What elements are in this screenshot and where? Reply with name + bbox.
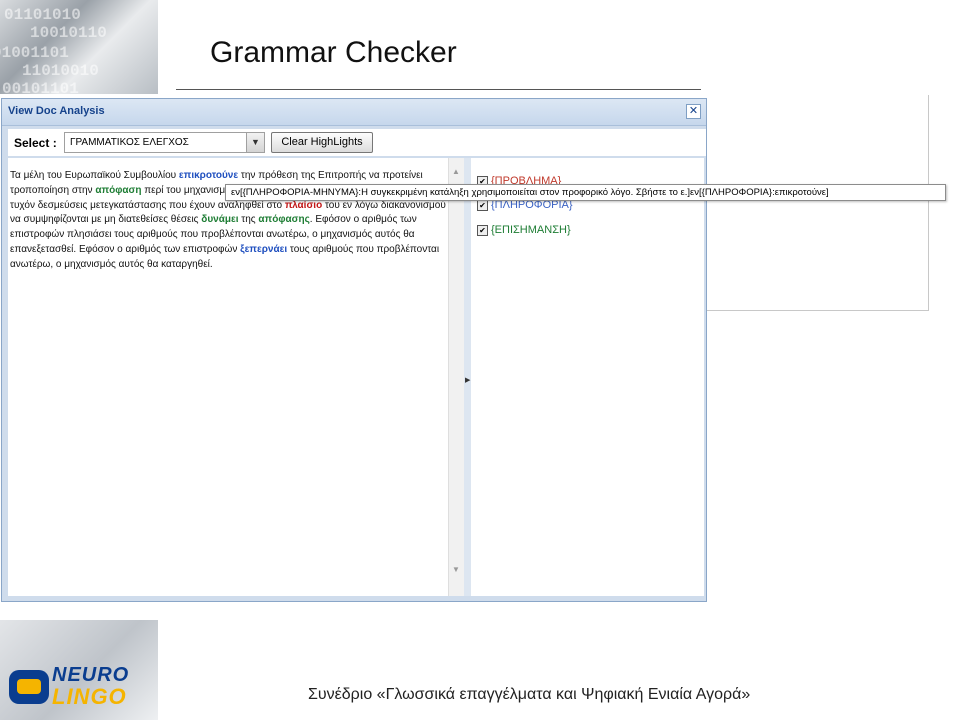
text-segment: Τα μέλη του Ευρωπαϊκού Συμβουλίου (10, 170, 179, 181)
analysis-type-select[interactable]: ΓΡΑΜΜΑΤΙΚΟΣ ΕΛΕΓΧΟΣ ▼ (64, 132, 265, 153)
binary-digits: 01101010 (4, 6, 81, 24)
category-label: {ΕΠΙΣΗΜΑΝΣΗ} (491, 224, 571, 236)
binary-digits: 11010010 (22, 62, 99, 80)
window-title: View Doc Analysis (8, 105, 105, 117)
highlighted-word[interactable]: δυνάμει (201, 214, 238, 225)
document-scrollbar[interactable]: ▲ ▼ (448, 158, 465, 596)
highlighted-word[interactable]: πλαίσιο (285, 200, 322, 211)
collapse-icon[interactable]: ▶ (465, 376, 470, 384)
doc-analysis-window: View Doc Analysis ✕ Select : ΓΡΑΜΜΑΤΙΚΟΣ… (1, 98, 707, 602)
select-label: Select : (14, 136, 57, 150)
close-icon[interactable]: ✕ (686, 104, 701, 119)
neurolingo-logo: NEURO LINGO (0, 620, 158, 720)
chevron-down-icon[interactable]: ▼ (246, 133, 264, 152)
categories-pane: ✔ {ΠΡΟΒΛΗΜΑ} ✔ {ΠΛΗΡΟΦΟΡΙΑ} ✔ {ΕΠΙΣΗΜΑΝΣ… (471, 158, 704, 596)
highlighted-word[interactable]: απόφασης (258, 214, 309, 225)
toolbar: Select : ΓΡΑΜΜΑΤΙΚΟΣ ΕΛΕΓΧΟΣ ▼ Clear Hig… (8, 129, 706, 156)
pane-splitter[interactable]: ▶ (464, 158, 471, 596)
corner-binary-art: 0110101010010110 010011011101001000101101 (0, 0, 158, 94)
clear-highlights-button[interactable]: Clear HighLights (271, 132, 373, 153)
slide-title: Grammar Checker (210, 36, 457, 69)
highlighted-word[interactable]: ξεπερνάει (240, 244, 287, 255)
binary-digits: 10010110 (30, 24, 107, 42)
window-titlebar[interactable]: View Doc Analysis ✕ (2, 99, 706, 126)
logo-text-bottom: LINGO (52, 684, 127, 709)
highlight-tooltip: εν[{ΠΛΗΡΟΦΟΡΙΑ-ΜΗΝΥΜΑ}:Η συγκεκριμένη κα… (225, 184, 946, 201)
scroll-down-icon[interactable]: ▼ (452, 565, 460, 574)
binary-digits: 01001101 (0, 44, 69, 62)
slide-footer: Συνέδριο «Γλωσσικά επαγγέλματα και Ψηφια… (308, 686, 751, 703)
logo-badge-icon (9, 670, 49, 704)
background-frame (706, 95, 929, 311)
scroll-up-icon[interactable]: ▲ (452, 167, 460, 176)
text-segment: της (238, 214, 259, 226)
highlighted-word[interactable]: επικροτούνε (179, 170, 238, 181)
highlighted-word[interactable]: απόφαση (95, 185, 141, 196)
check-icon[interactable]: ✔ (477, 200, 488, 211)
select-value: ΓΡΑΜΜΑΤΙΚΟΣ ΕΛΕΓΧΟΣ (70, 137, 189, 148)
binary-digits: 00101101 (2, 80, 79, 94)
check-icon[interactable]: ✔ (477, 225, 488, 236)
title-rule (176, 89, 701, 90)
document-pane[interactable]: Τα μέλη του Ευρωπαϊκού Συμβουλίου επικρο… (8, 158, 448, 596)
